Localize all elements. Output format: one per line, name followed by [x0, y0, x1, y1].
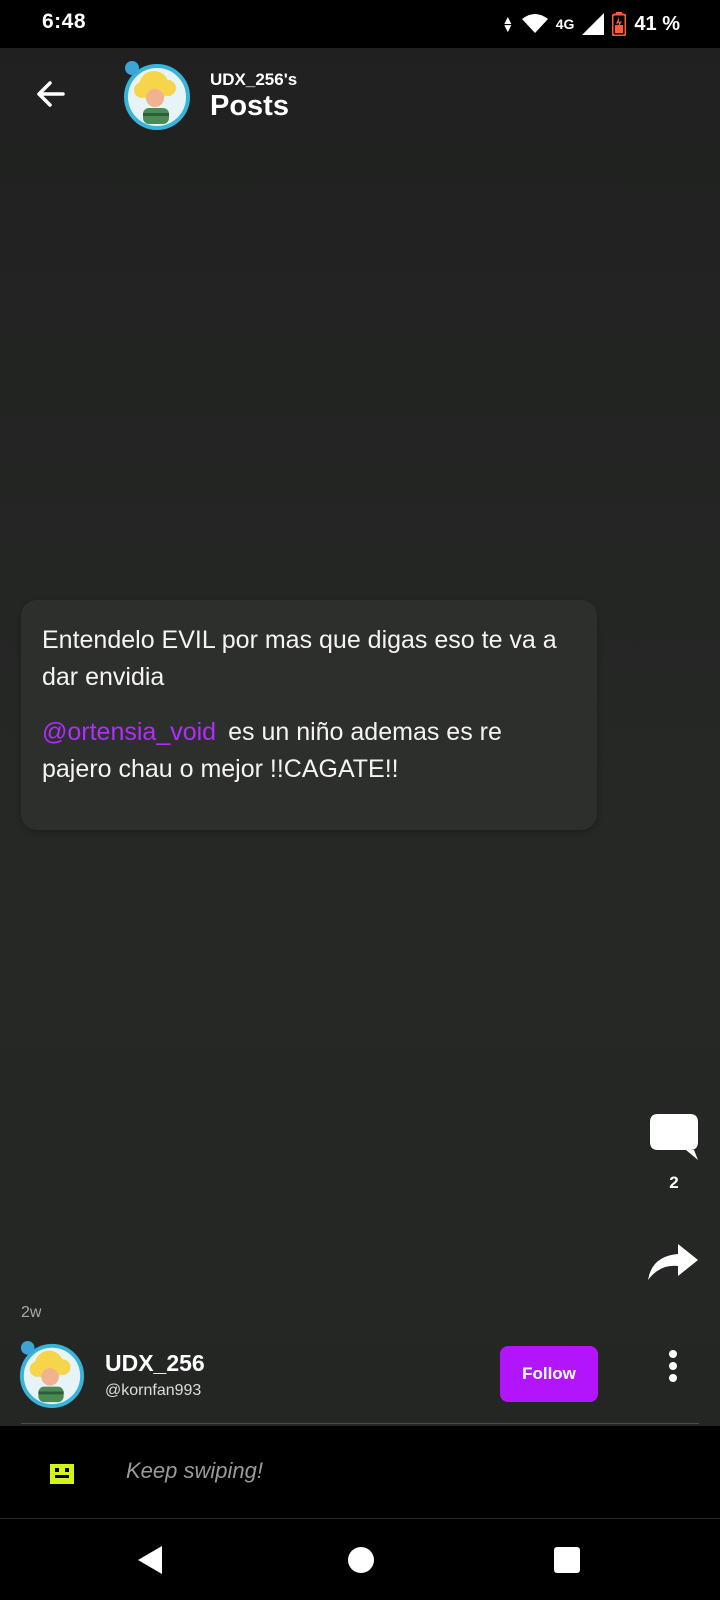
signal-icon [582, 13, 605, 35]
status-bar: 6:48 ▲ ▼ 4G 41 % [0, 0, 720, 48]
follow-button[interactable]: Follow [500, 1346, 598, 1402]
comment-button[interactable] [648, 1112, 700, 1164]
wifi-icon [521, 14, 548, 33]
comment-bubble-icon [650, 1114, 698, 1160]
comment-count: 2 [669, 1173, 679, 1192]
nav-home-icon[interactable] [348, 1547, 374, 1573]
status-icons: ▲ ▼ 4G 41 % [502, 10, 680, 38]
post-age: 2w [21, 1304, 42, 1321]
more-options-button[interactable] [658, 1347, 688, 1387]
mention-link[interactable]: @ortensia_void [42, 718, 216, 746]
nav-recents-icon[interactable] [554, 1547, 580, 1573]
navigation-bar [0, 1519, 720, 1600]
nav-back-icon[interactable] [134, 1543, 168, 1577]
battery-percent: 41 % [634, 12, 680, 35]
page-title: Posts [210, 90, 289, 122]
battery-icon [612, 12, 627, 36]
post-paragraph-mention: @ortensia_void es un niño ademas es re pa… [42, 714, 575, 788]
pixel-face-icon [50, 1460, 74, 1484]
vertical-dots-icon [669, 1350, 677, 1382]
status-time: 6:48 [42, 10, 87, 33]
data-arrows-icon: ▲ ▼ [501, 13, 514, 35]
arrow-left-icon [37, 81, 65, 107]
header-subtitle: UDX_256's [210, 70, 298, 89]
author-avatar[interactable] [18, 1340, 86, 1408]
keep-swiping-text: Keep swiping! [126, 1458, 263, 1483]
author-handle: @kornfan993 [105, 1382, 202, 1399]
share-arrow-icon [648, 1244, 698, 1280]
divider [21, 1423, 699, 1424]
post-card[interactable]: Entendelo EVIL por mas que digas eso te … [21, 600, 597, 830]
avatar[interactable] [122, 60, 192, 130]
network-type: 4G [555, 16, 575, 32]
share-button[interactable] [646, 1242, 700, 1282]
back-button[interactable] [24, 68, 76, 120]
keep-swiping-bar[interactable]: Keep swiping! [0, 1426, 720, 1518]
post-paragraph: Entendelo EVIL por mas que digas eso te … [42, 626, 557, 691]
author-name[interactable]: UDX_256 [105, 1350, 205, 1377]
header: UDX_256's Posts [0, 48, 720, 148]
